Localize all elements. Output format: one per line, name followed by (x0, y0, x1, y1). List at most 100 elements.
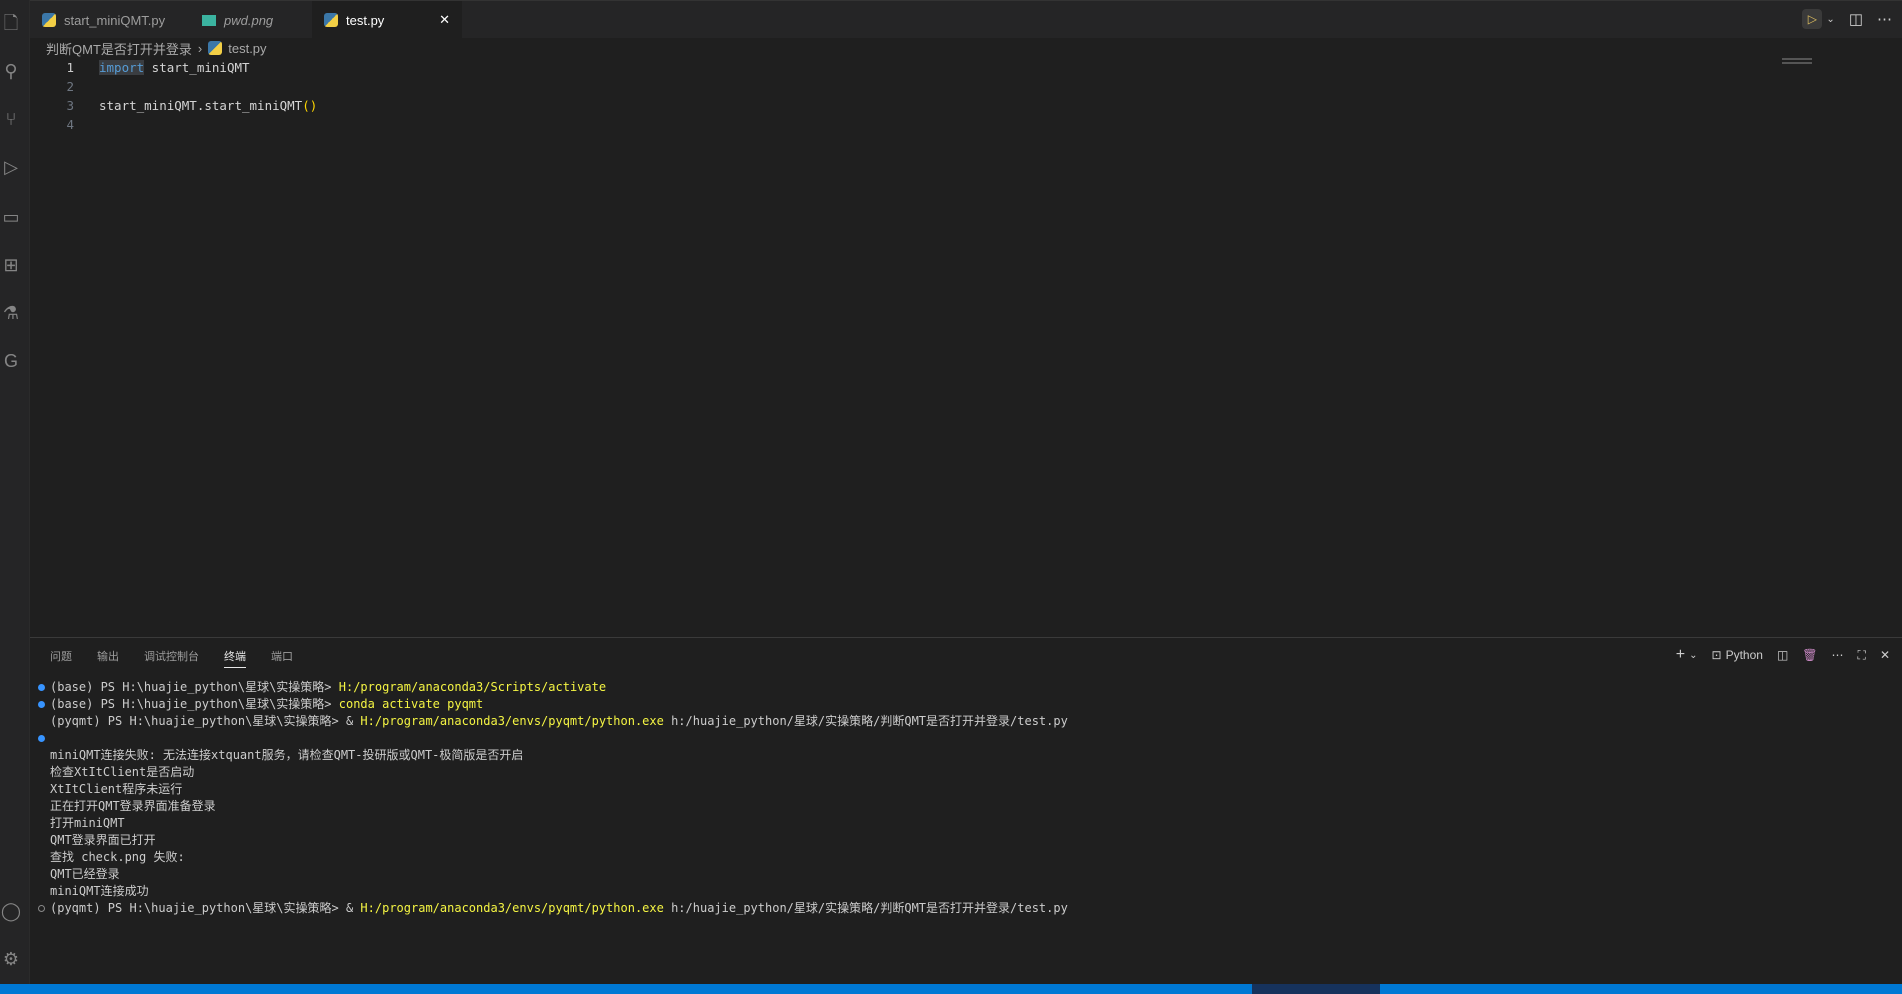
run-debug-icon[interactable]: ▷ (0, 156, 22, 178)
editor-tabs: start_miniQMT.py pwd.png test.py✕ ▷ ⌄ ◫ … (30, 0, 1902, 38)
tab-label: pwd.png (224, 13, 273, 28)
terminal-prompt: miniQMT连接成功 (50, 884, 149, 898)
close-panel-icon[interactable]: ✕ (1880, 648, 1890, 662)
python-file-icon (208, 41, 222, 55)
chevron-right-icon: › (198, 41, 202, 56)
account-icon[interactable]: ◯ (0, 900, 22, 922)
status-bar (0, 984, 1902, 994)
terminal-line: (pyqmt) PS H:\huajie_python\星球\实操策略> & H… (30, 900, 1882, 917)
terminal-prompt: (base) PS H:\huajie_python\星球\实操策略> (50, 680, 339, 694)
terminal-line: miniQMT连接失败: 无法连接xtquant服务，请检查QMT-投研版或QM… (30, 747, 1882, 764)
terminal-line: (pyqmt) PS H:\huajie_python\星球\实操策略> & H… (30, 713, 1882, 730)
terminal-line: QMT登录界面已打开 (30, 832, 1882, 849)
image-file-icon (202, 15, 216, 26)
terminal-line: (base) PS H:\huajie_python\星球\实操策略> H:/p… (30, 679, 1882, 696)
terminal-arg: h:/huajie_python/星球/实操策略/判断QMT是否打开并登录/te… (664, 901, 1068, 915)
code-text: start_miniQMT.start_miniQMT (99, 98, 302, 113)
chevron-down-icon[interactable]: ⌄ (1826, 14, 1834, 25)
explorer-icon[interactable]: 🗋 (0, 12, 22, 34)
extensions-icon[interactable]: ⊞ (0, 254, 22, 276)
line-number: 1 (30, 58, 74, 77)
terminal-line (30, 730, 1882, 747)
terminal-prompt: XtItClient程序未运行 (50, 782, 182, 796)
terminal-cmd: conda activate pyqmt (339, 697, 484, 711)
code-editor[interactable]: 1 import start_miniQMT 2 3 start_miniQMT.s… (30, 58, 1902, 628)
line-number: 2 (30, 77, 74, 96)
python-file-icon (42, 13, 56, 27)
command-decoration-icon[interactable] (38, 735, 45, 742)
terminal-line: 检查XtItClient是否启动 (30, 764, 1882, 781)
terminal-prompt: 正在打开QMT登录界面准备登录 (50, 799, 216, 813)
terminal-line: QMT已经登录 (30, 866, 1882, 883)
tab-terminal[interactable]: 终端 (224, 648, 246, 668)
close-icon[interactable]: ✕ (439, 12, 450, 28)
terminal-line: XtItClient程序未运行 (30, 781, 1882, 798)
terminal-prompt: (pyqmt) PS H:\huajie_python\星球\实操策略> & (50, 901, 360, 915)
more-actions-icon[interactable]: ⋯ (1832, 648, 1844, 662)
terminal-prompt: (pyqmt) PS H:\huajie_python\星球\实操策略> & (50, 714, 360, 728)
terminal-icon: ⊡ (1712, 648, 1722, 662)
breadcrumb: 判断QMT是否打开并登录 › test.py (46, 38, 267, 58)
bottom-panel: 问题 输出 调试控制台 终端 端口 + ⌄ ⊡ Python ◫ 🗑 ⋯ ⛶ ✕… (30, 637, 1902, 984)
terminal-output[interactable]: (base) PS H:\huajie_python\星球\实操策略> H:/p… (30, 679, 1882, 917)
code-paren: () (302, 98, 317, 113)
keyword: import (99, 60, 144, 75)
tab-start-miniqmt[interactable]: start_miniQMT.py (30, 1, 190, 39)
breadcrumb-file[interactable]: test.py (228, 41, 266, 56)
command-decoration-icon[interactable] (38, 684, 45, 691)
gitlens-icon[interactable]: G (0, 350, 22, 372)
run-python-file-button[interactable]: ▷ (1802, 9, 1822, 29)
testing-icon[interactable]: ⚗ (0, 302, 22, 324)
terminal-cmd: H:/program/anaconda3/envs/pyqmt/python.e… (360, 901, 663, 915)
terminal-prompt: 打开miniQMT (50, 816, 125, 830)
terminal-cmd: H:/program/anaconda3/envs/pyqmt/python.e… (360, 714, 663, 728)
line-number: 3 (30, 96, 74, 115)
tab-output[interactable]: 输出 (97, 648, 119, 668)
search-icon[interactable]: ⚲ (0, 60, 22, 82)
settings-gear-icon[interactable]: ⚙ (0, 948, 22, 970)
breadcrumb-folder[interactable]: 判断QMT是否打开并登录 (46, 39, 192, 58)
terminal-line: 打开miniQMT (30, 815, 1882, 832)
terminal-line: 查找 check.png 失败: (30, 849, 1882, 866)
trash-icon[interactable]: 🗑 (1802, 648, 1817, 662)
activity-bar: 🗋 ⚲ ⑂ ▷ ▭ ⊞ ⚗ G ◯ ⚙ (0, 0, 30, 984)
terminal-prompt: 检查XtItClient是否启动 (50, 765, 194, 779)
terminal-line: miniQMT连接成功 (30, 883, 1882, 900)
more-actions-icon[interactable]: ⋯ (1877, 10, 1892, 28)
status-item[interactable] (1252, 984, 1380, 994)
line-number: 4 (30, 115, 74, 134)
source-control-icon[interactable]: ⑂ (0, 108, 22, 130)
code-text: start_miniQMT (144, 60, 249, 75)
terminal-cmd: H:/program/anaconda3/Scripts/activate (339, 680, 606, 694)
tab-label: start_miniQMT.py (64, 13, 165, 28)
tab-ports[interactable]: 端口 (271, 648, 293, 668)
terminal-arg: h:/huajie_python/星球/实操策略/判断QMT是否打开并登录/te… (664, 714, 1068, 728)
command-decoration-icon[interactable] (38, 701, 45, 708)
chevron-down-icon[interactable]: ⌄ (1689, 650, 1697, 661)
terminal-line: 正在打开QMT登录界面准备登录 (30, 798, 1882, 815)
terminal-line: (base) PS H:\huajie_python\星球\实操策略> cond… (30, 696, 1882, 713)
tab-label: test.py (346, 13, 384, 28)
tab-pwd-png[interactable]: pwd.png (190, 1, 308, 39)
python-file-icon (324, 13, 338, 27)
terminal-prompt: 查找 check.png 失败: (50, 850, 185, 864)
tab-problems[interactable]: 问题 (50, 648, 72, 668)
tab-test-py[interactable]: test.py ✕ (312, 1, 462, 39)
code-line: 1 import start_miniQMT (30, 58, 1902, 77)
minimap[interactable] (1782, 58, 1812, 64)
new-terminal-icon[interactable]: + (1676, 646, 1685, 664)
terminal-prompt: QMT登录界面已打开 (50, 833, 156, 847)
terminal-prompt: QMT已经登录 (50, 867, 120, 881)
code-line: 4 (30, 115, 1902, 134)
code-line: 2 (30, 77, 1902, 96)
split-terminal-icon[interactable]: ◫ (1777, 648, 1788, 662)
maximize-panel-icon[interactable]: ⛶ (1858, 648, 1866, 663)
split-editor-icon[interactable]: ◫ (1849, 10, 1863, 28)
terminal-prompt: (base) PS H:\huajie_python\星球\实操策略> (50, 697, 339, 711)
command-decoration-icon[interactable] (38, 905, 45, 912)
remote-explorer-icon[interactable]: ▭ (0, 206, 22, 228)
tab-debug-console[interactable]: 调试控制台 (144, 648, 199, 668)
terminal-prompt: miniQMT连接失败: 无法连接xtquant服务，请检查QMT-投研版或QM… (50, 748, 523, 762)
terminal-name[interactable]: Python (1726, 648, 1763, 662)
code-line: 3 start_miniQMT.start_miniQMT() (30, 96, 1902, 115)
